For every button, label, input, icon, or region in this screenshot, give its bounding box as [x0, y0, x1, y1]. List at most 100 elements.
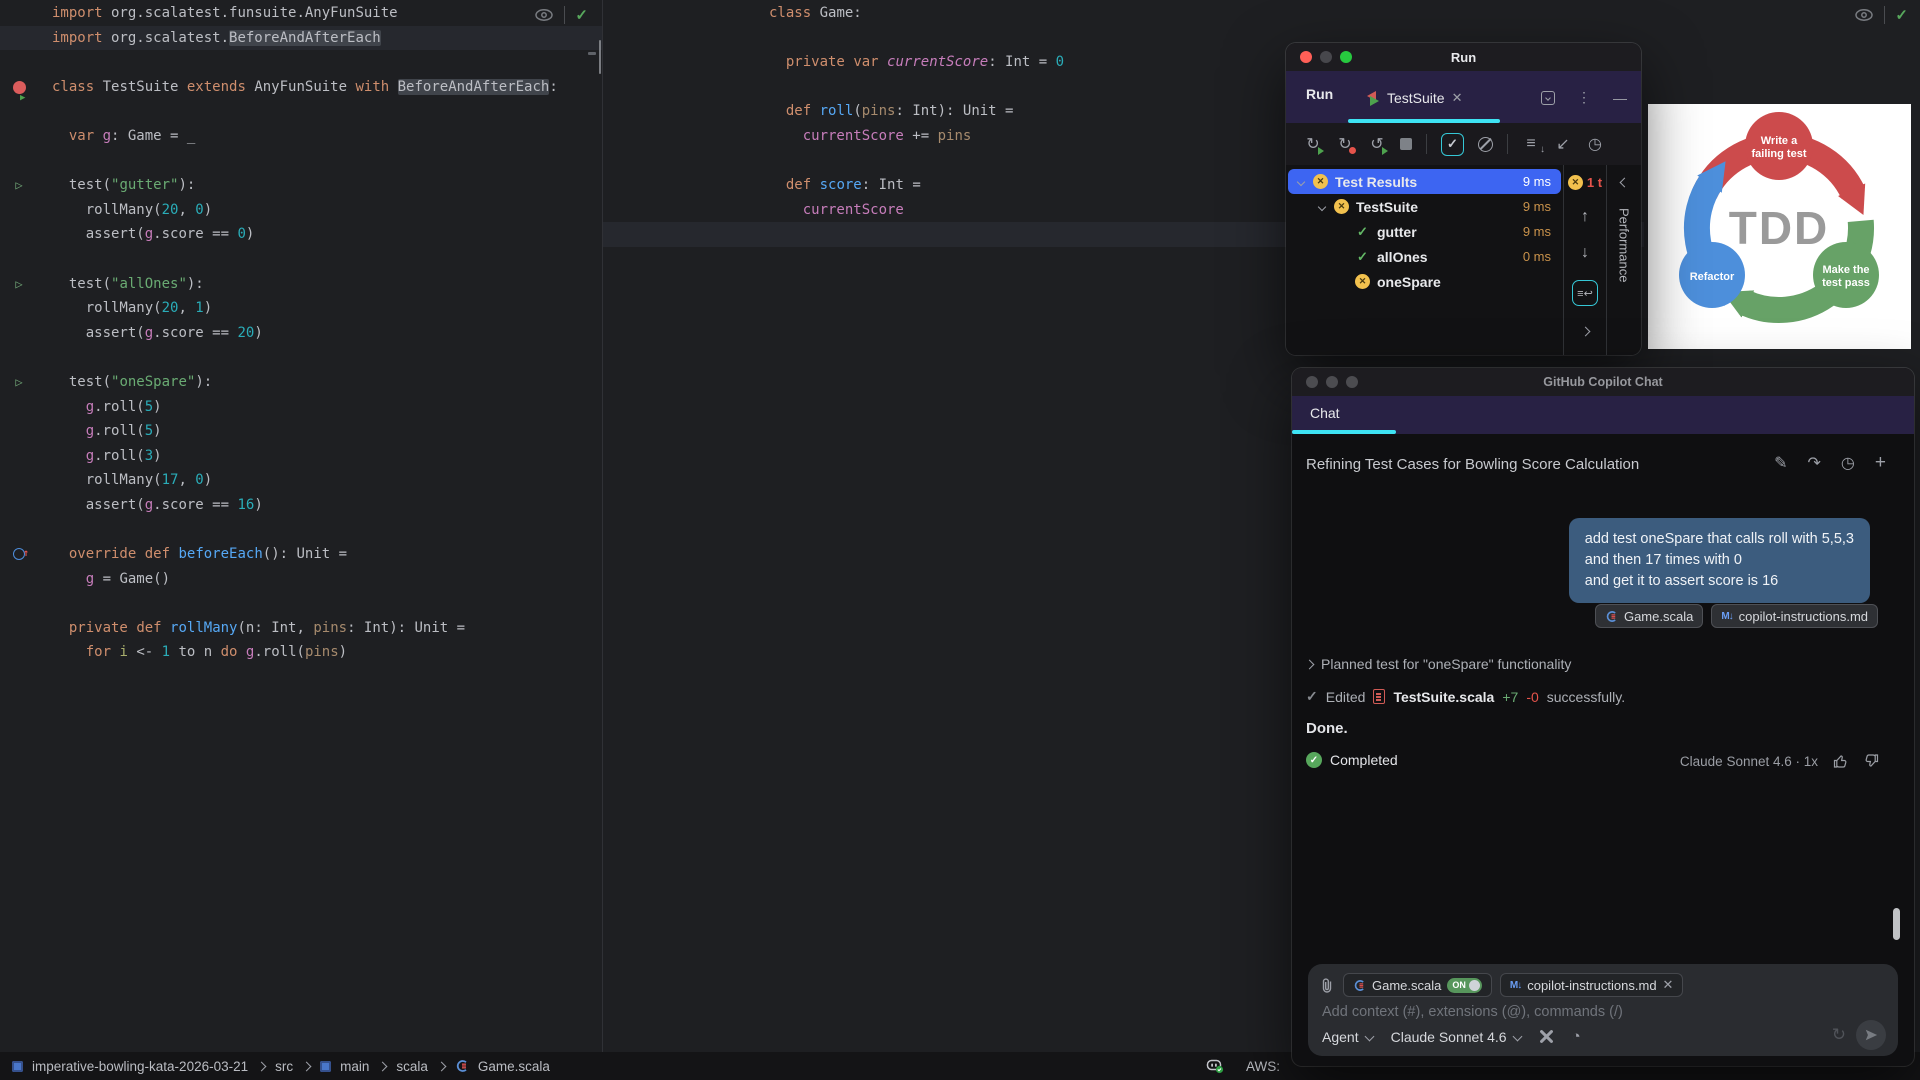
history-icon[interactable]: ◷: [1841, 453, 1855, 473]
show-passed-icon[interactable]: ✓: [1441, 132, 1464, 156]
run-test-icon[interactable]: ▷: [9, 370, 29, 395]
run-test-icon[interactable]: ▷: [9, 173, 29, 198]
override-icon[interactable]: ↑: [9, 542, 29, 567]
copilot-status-icon[interactable]: [1206, 1058, 1224, 1074]
planned-step-row[interactable]: Planned test for "oneSpare" functionalit…: [1304, 656, 1571, 672]
code-line[interactable]: rollMany(20, 0): [0, 198, 602, 223]
code-line[interactable]: assert(g.score == 16): [0, 493, 602, 518]
edit-thread-icon[interactable]: ✎: [1774, 453, 1787, 473]
code-line[interactable]: [0, 345, 602, 370]
aws-status-label[interactable]: AWS:: [1246, 1059, 1280, 1074]
tree-expand-icon[interactable]: [1317, 202, 1327, 211]
minimize-traffic-light[interactable]: [1320, 51, 1332, 63]
breadcrumb-file[interactable]: Game.scala: [478, 1059, 550, 1074]
zoom-traffic-light[interactable]: [1346, 376, 1358, 388]
code-line[interactable]: [0, 99, 602, 124]
test-results-tree[interactable]: ✕ Test Results 9 ms ✕ TestSuite 9 ms ✓ gutter 9 …: [1286, 165, 1563, 355]
code-line[interactable]: ▶ class TestSuite extends AnyFunSuite wit…: [0, 75, 602, 103]
thumbs-up-icon[interactable]: [1832, 753, 1849, 769]
model-selector[interactable]: Claude Sonnet 4.6: [1391, 1029, 1523, 1045]
retry-icon[interactable]: ↻: [1832, 1025, 1846, 1045]
close-traffic-light[interactable]: [1306, 376, 1318, 388]
minimize-traffic-light[interactable]: [1326, 376, 1338, 388]
context-toggle-on[interactable]: ON: [1447, 977, 1482, 993]
zoom-traffic-light[interactable]: [1340, 51, 1352, 63]
context-chip-instructions[interactable]: M↓ copilot-instructions.md: [1711, 604, 1878, 628]
code-line[interactable]: ▷ test("gutter"):: [0, 173, 602, 198]
code-line[interactable]: assert(g.score == 20): [0, 321, 602, 346]
code-line[interactable]: [0, 247, 602, 272]
test-tree-row[interactable]: ✓ allOnes 0 ms: [1288, 244, 1561, 269]
tools-icon[interactable]: [1539, 1029, 1554, 1044]
run-tool-window[interactable]: Run Run TestSuite ✕ ⋮ — ↻ ↻ ↺ ✓ ≡ ↓ ↙ ◷ ✕…: [1286, 43, 1641, 355]
code-line[interactable]: assert(g.score == 0): [0, 222, 602, 247]
expand-icon[interactable]: [1580, 326, 1590, 337]
inspections-ok-icon[interactable]: ✓: [1895, 6, 1908, 24]
more-options-icon[interactable]: ⋮: [1577, 89, 1591, 106]
code-line[interactable]: rollMany(20, 1): [0, 296, 602, 321]
code-line[interactable]: ▷ test("oneSpare"):: [0, 370, 602, 395]
remove-chip-icon[interactable]: ✕: [1663, 977, 1674, 993]
next-failed-icon[interactable]: ↓: [1581, 244, 1589, 262]
input-chip-game-scala[interactable]: Game.scala ON: [1343, 973, 1492, 997]
chat-input-box[interactable]: Game.scala ON M↓ copilot-instructions.md…: [1308, 964, 1898, 1056]
rerun-failed-tests-icon[interactable]: ↻: [1336, 134, 1356, 154]
code-line[interactable]: [0, 149, 602, 174]
code-line[interactable]: class Game:: [603, 1, 1644, 26]
mode-selector[interactable]: Agent: [1322, 1029, 1375, 1045]
code-line[interactable]: rollMany(17, 0): [0, 468, 602, 493]
eye-icon[interactable]: [1854, 8, 1874, 22]
test-tree-row[interactable]: ✕ oneSpare: [1288, 269, 1561, 294]
send-button[interactable]: [1856, 1020, 1886, 1050]
chat-scrollbar-thumb[interactable]: [1893, 908, 1900, 940]
stop-icon[interactable]: [1400, 138, 1412, 150]
code-line[interactable]: g.roll(3): [0, 444, 602, 469]
show-ignored-icon[interactable]: [1478, 136, 1493, 152]
close-tab-icon[interactable]: ✕: [1452, 90, 1463, 106]
edited-file-row[interactable]: ✓ Edited TestSuite.scala +7 -0 successfu…: [1306, 688, 1625, 705]
code-line[interactable]: ▷ test("allOnes"):: [0, 272, 602, 297]
breadcrumb[interactable]: imperative-bowling-kata-2026-03-21 src m…: [0, 1059, 550, 1074]
run-test-icon[interactable]: ▷: [9, 272, 29, 297]
code-line[interactable]: g.roll(5): [0, 419, 602, 444]
rerun-tests-icon[interactable]: ↻: [1304, 134, 1324, 155]
copilot-chat-window[interactable]: GitHub Copilot Chat Chat Refining Test C…: [1292, 368, 1914, 1066]
sort-by-duration-icon[interactable]: ≡ ↓: [1522, 135, 1545, 155]
minimize-icon[interactable]: —: [1613, 90, 1627, 106]
breadcrumb-src[interactable]: src: [275, 1059, 293, 1074]
usage-gauge-icon[interactable]: ◔: [1572, 1028, 1581, 1045]
code-line[interactable]: ↑ override def beforeEach(): Unit =: [0, 542, 602, 567]
editor-scrollbar-thumb[interactable]: [599, 40, 601, 74]
test-tree-row[interactable]: ✕ TestSuite 9 ms: [1288, 194, 1561, 219]
chevron-right-icon[interactable]: [1304, 659, 1315, 669]
tab-testsuite[interactable]: TestSuite ✕: [1354, 79, 1504, 117]
run-class-icon[interactable]: ▶: [9, 75, 29, 103]
input-chip-instructions[interactable]: M↓ copilot-instructions.md ✕: [1499, 973, 1684, 997]
breadcrumb-scala[interactable]: scala: [396, 1059, 428, 1074]
new-chat-icon[interactable]: +: [1875, 452, 1886, 474]
redo-icon[interactable]: ↷: [1808, 453, 1821, 473]
eye-icon[interactable]: [534, 8, 554, 22]
breadcrumb-project[interactable]: imperative-bowling-kata-2026-03-21: [32, 1059, 248, 1074]
rerun-options-icon[interactable]: ≡↩: [1572, 280, 1598, 306]
code-line[interactable]: var g: Game = _: [0, 124, 602, 149]
toggle-auto-test-icon[interactable]: ↺: [1368, 134, 1388, 155]
code-line[interactable]: g = Game(): [0, 567, 602, 592]
performance-tab[interactable]: Performance: [1606, 165, 1641, 355]
code-line[interactable]: [0, 50, 602, 75]
attach-icon[interactable]: [1320, 977, 1335, 994]
code-line[interactable]: g.roll(5): [0, 395, 602, 420]
inspections-ok-icon[interactable]: ✓: [575, 6, 588, 24]
collapse-icon[interactable]: [1619, 177, 1629, 188]
tree-expand-icon[interactable]: [1296, 177, 1306, 186]
dock-window-icon[interactable]: [1541, 90, 1555, 105]
test-history-icon[interactable]: ◷: [1586, 134, 1604, 154]
close-traffic-light[interactable]: [1300, 51, 1312, 63]
tab-chat[interactable]: Chat: [1310, 405, 1340, 421]
thumbs-down-icon[interactable]: [1863, 753, 1880, 769]
editor-pane-testsuite[interactable]: import org.scalatest.funsuite.AnyFunSuit…: [0, 0, 602, 1052]
code-line[interactable]: [0, 591, 602, 616]
previous-failed-icon[interactable]: ↑: [1581, 208, 1589, 226]
context-chip-game-scala[interactable]: Game.scala: [1594, 604, 1704, 628]
code-line[interactable]: [0, 517, 602, 542]
